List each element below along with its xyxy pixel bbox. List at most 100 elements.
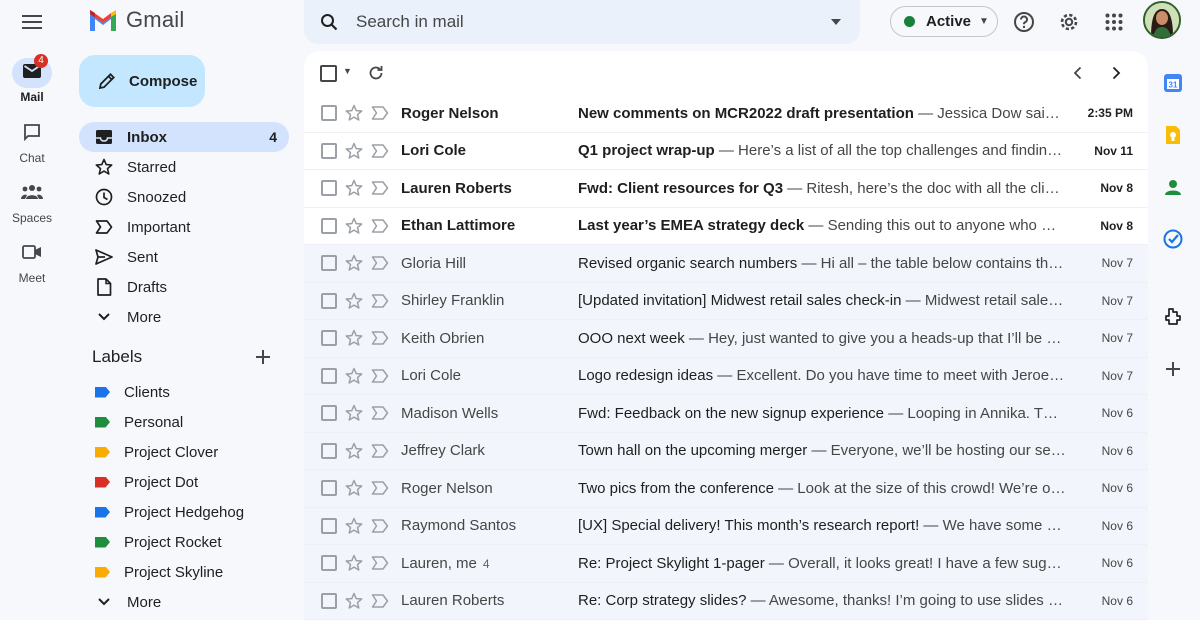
email-sender: Roger Nelson	[401, 105, 571, 122]
maps-icon[interactable]	[1161, 305, 1185, 329]
nav-snoozed[interactable]: Snoozed	[79, 182, 289, 212]
important-marker-icon[interactable]	[371, 481, 389, 495]
row-checkbox[interactable]	[321, 330, 337, 347]
row-checkbox[interactable]	[321, 180, 337, 197]
star-icon[interactable]	[345, 254, 363, 272]
add-icon[interactable]	[1161, 357, 1185, 381]
apps-grid-icon[interactable]	[1100, 8, 1128, 36]
search-icon[interactable]	[318, 11, 340, 33]
star-icon[interactable]	[345, 404, 363, 422]
tasks-icon[interactable]	[1161, 227, 1185, 251]
row-checkbox[interactable]	[321, 217, 337, 234]
nav-inbox[interactable]: Inbox 4	[79, 122, 289, 152]
search-bar[interactable]	[304, 0, 860, 44]
important-marker-icon[interactable]	[371, 144, 389, 158]
row-checkbox[interactable]	[321, 405, 337, 422]
important-marker-icon[interactable]	[371, 594, 389, 608]
row-checkbox[interactable]	[321, 367, 337, 384]
star-icon[interactable]	[345, 442, 363, 460]
important-marker-icon[interactable]	[371, 369, 389, 383]
rail-mail[interactable]: 4 Mail	[0, 54, 64, 104]
row-checkbox[interactable]	[321, 442, 337, 459]
compose-button[interactable]: Compose	[79, 55, 205, 107]
nav-drafts[interactable]: Drafts	[79, 272, 289, 302]
row-checkbox[interactable]	[321, 292, 337, 309]
select-all-checkbox[interactable]	[320, 65, 337, 82]
search-options-icon[interactable]	[826, 12, 846, 32]
add-label-icon[interactable]	[252, 346, 274, 368]
row-checkbox[interactable]	[321, 517, 337, 534]
email-row[interactable]: Roger Nelson Two pics from the conference…	[304, 470, 1148, 508]
search-input[interactable]	[356, 12, 796, 32]
important-marker-icon[interactable]	[371, 406, 389, 420]
avatar[interactable]	[1143, 1, 1181, 39]
star-icon[interactable]	[345, 367, 363, 385]
email-row[interactable]: Ethan Lattimore Last year’s EMEA strategy…	[304, 208, 1148, 245]
newer-page-icon[interactable]	[1068, 63, 1088, 83]
keep-icon[interactable]	[1161, 123, 1185, 147]
nav-more[interactable]: More	[79, 302, 289, 332]
star-icon[interactable]	[345, 292, 363, 310]
older-page-icon[interactable]	[1106, 63, 1126, 83]
rail-spaces[interactable]: Spaces	[0, 179, 64, 225]
calendar-icon[interactable]: 31	[1161, 71, 1185, 95]
email-row[interactable]: Keith Obrien OOO next week — Hey, just wa…	[304, 320, 1148, 358]
nav-sent[interactable]: Sent	[79, 242, 289, 272]
row-checkbox[interactable]	[321, 255, 337, 272]
email-row[interactable]: Raymond Santos [UX] Special delivery! Thi…	[304, 507, 1148, 545]
star-icon[interactable]	[345, 554, 363, 572]
label-project-dot[interactable]: Project Dot	[79, 467, 289, 497]
star-icon[interactable]	[345, 104, 363, 122]
important-marker-icon[interactable]	[371, 256, 389, 270]
row-checkbox[interactable]	[321, 105, 337, 122]
star-icon[interactable]	[345, 479, 363, 497]
email-row[interactable]: Shirley Franklin [Updated invitation] Mid…	[304, 282, 1148, 320]
important-marker-icon[interactable]	[371, 219, 389, 233]
row-checkbox[interactable]	[321, 480, 337, 497]
rail-meet[interactable]: Meet	[0, 239, 64, 285]
label-project-clover[interactable]: Project Clover	[79, 437, 289, 467]
important-marker-icon[interactable]	[371, 181, 389, 195]
email-row[interactable]: Lauren Roberts Fwd: Client resources for …	[304, 170, 1148, 208]
email-row[interactable]: Roger Nelson New comments on MCR2022 draf…	[304, 95, 1148, 133]
settings-icon[interactable]	[1055, 8, 1083, 36]
email-row[interactable]: Lauren Roberts Re: Corp strategy slides? …	[304, 582, 1148, 620]
contacts-icon[interactable]	[1161, 175, 1185, 199]
gmail-logo[interactable]: Gmail	[88, 7, 184, 33]
row-checkbox[interactable]	[321, 142, 337, 159]
star-icon[interactable]	[345, 517, 363, 535]
email-row[interactable]: Lori Cole Logo redesign ideas — Excellent…	[304, 357, 1148, 395]
email-row[interactable]: Madison Wells Fwd: Feedback on the new si…	[304, 395, 1148, 433]
label-project-skyline[interactable]: Project Skyline	[79, 557, 289, 587]
labels-more[interactable]: More	[79, 587, 289, 617]
label-clients[interactable]: Clients	[79, 377, 289, 407]
star-icon[interactable]	[345, 217, 363, 235]
select-options-icon[interactable]: ▼	[343, 66, 352, 76]
important-marker-icon[interactable]	[371, 556, 389, 570]
label-personal[interactable]: Personal	[79, 407, 289, 437]
menu-icon[interactable]	[14, 8, 50, 36]
star-icon[interactable]	[345, 179, 363, 197]
star-icon[interactable]	[345, 329, 363, 347]
email-row[interactable]: Lori Cole Q1 project wrap-up — Here’s a l…	[304, 133, 1148, 170]
refresh-icon[interactable]	[366, 63, 386, 83]
star-icon[interactable]	[345, 592, 363, 610]
star-icon[interactable]	[345, 142, 363, 160]
status-chip[interactable]: Active ▼	[890, 6, 998, 37]
email-row[interactable]: Jeffrey Clark Town hall on the upcoming m…	[304, 432, 1148, 470]
important-marker-icon[interactable]	[371, 106, 389, 120]
row-checkbox[interactable]	[321, 592, 337, 609]
row-checkbox[interactable]	[321, 555, 337, 572]
rail-chat[interactable]: Chat	[0, 119, 64, 165]
nav-starred[interactable]: Starred	[79, 152, 289, 182]
email-row[interactable]: Gloria Hill Revised organic search number…	[304, 245, 1148, 283]
label-project-rocket[interactable]: Project Rocket	[79, 527, 289, 557]
nav-important[interactable]: Important	[79, 212, 289, 242]
label-project-hedgehog[interactable]: Project Hedgehog	[79, 497, 289, 527]
important-marker-icon[interactable]	[371, 519, 389, 533]
help-icon[interactable]	[1010, 8, 1038, 36]
important-marker-icon[interactable]	[371, 294, 389, 308]
important-marker-icon[interactable]	[371, 444, 389, 458]
email-row[interactable]: Lauren, me 4 Re: Project Skylight 1-pager …	[304, 545, 1148, 583]
important-marker-icon[interactable]	[371, 331, 389, 345]
